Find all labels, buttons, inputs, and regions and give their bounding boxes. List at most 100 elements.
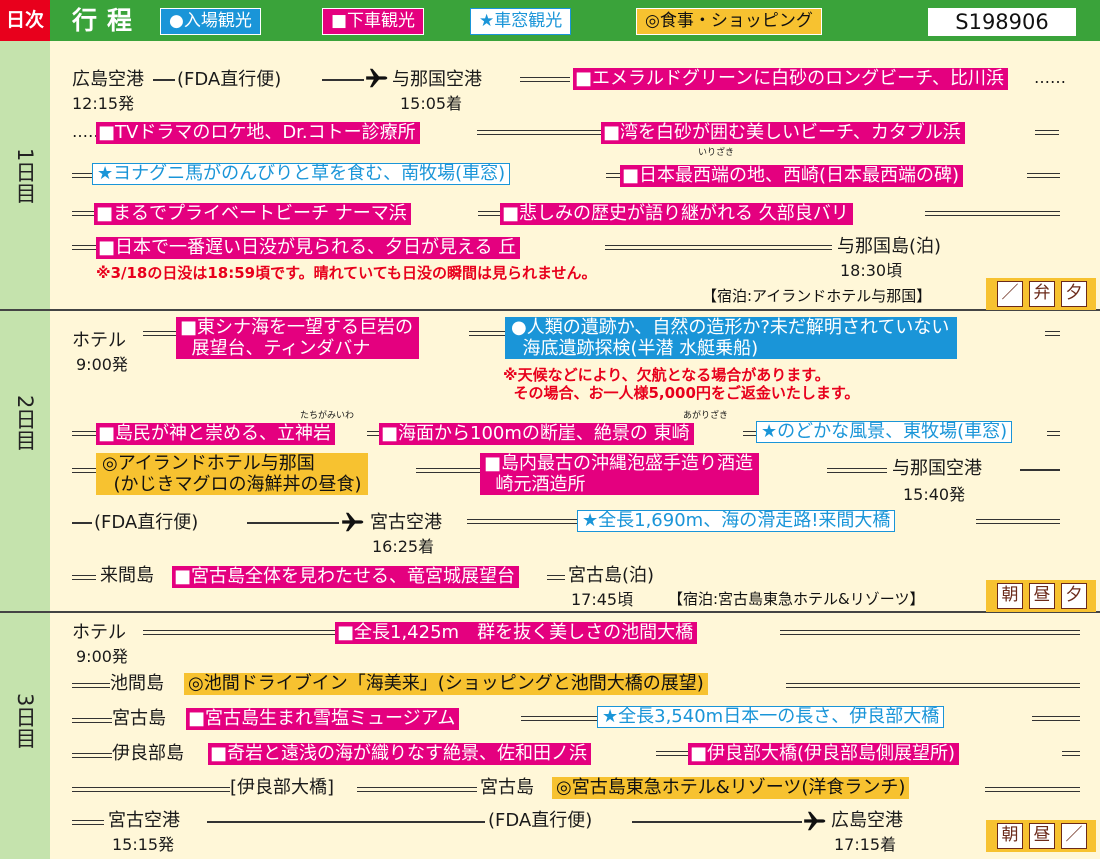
spot-irabu-bridge: ★全長3,540m日本一の長さ、伊良部大橋 (597, 706, 945, 728)
route-line (1035, 130, 1059, 135)
divider (0, 309, 1100, 311)
header-bar: 日次 行程 ●入場観光 ■下車観光 ★車窓観光 ◎食事・ショッピング S1989… (0, 0, 1100, 41)
arrive-time: 15:05着 (400, 94, 463, 113)
route-line (606, 173, 620, 178)
route-line (1020, 469, 1060, 471)
ruby-agari: あがりざき (683, 411, 729, 421)
spot-agarizaki: ■海面から100mの断崖、絶景の 東崎 (379, 423, 694, 445)
depart-time: 15:15発 (112, 835, 175, 854)
place-hotel: ホテル (72, 330, 126, 351)
arrive-time: 17:15着 (834, 835, 897, 854)
route-line (1047, 431, 1060, 436)
legend-meal-shopping: ◎食事・ショッピング (636, 8, 822, 35)
route-line (367, 431, 379, 436)
flight-label: (FDA直行便) (177, 69, 282, 90)
place-hotel: ホテル (72, 622, 126, 643)
route-line (72, 753, 112, 758)
day-column-header: 日次 (0, 0, 50, 41)
divider (0, 611, 1100, 613)
spot-irizaki: ■日本最西端の地、西崎(日本最西端の碑) (620, 165, 964, 187)
depart-time: 15:40発 (903, 485, 966, 504)
route-line (72, 522, 92, 524)
place-irabu-island: 伊良部島 (112, 743, 184, 764)
route-line (72, 468, 96, 473)
lunch-tokyu-hotel: ◎宮古島東急ホテル&リゾーツ(洋食ランチ) (552, 777, 910, 799)
legend-admission: ●入場観光 (160, 8, 261, 35)
route-line (786, 683, 1080, 688)
flight-label: (FDA直行便) (94, 512, 199, 533)
spot-sakimoto-brewery: ■島内最古の沖縄泡盛手造り酒造 崎元酒造所 (480, 453, 760, 495)
route-line (632, 821, 802, 823)
route-line (656, 751, 688, 756)
route-line (1027, 173, 1060, 178)
place-miyako-island: 宮古島 (480, 777, 534, 798)
route-line (72, 575, 96, 580)
spot-irabu-observatory: ■伊良部大橋(伊良部島側展望所) (688, 743, 960, 765)
spot-nama-beach: ■まるでプライベートビーチ ナーマ浜 (94, 203, 411, 225)
spot-ryugujo: ■宮古島全体を見わたせる、竜宮城展望台 (172, 566, 520, 588)
arrive-time: 16:25着 (372, 537, 435, 556)
spot-kurima-bridge: ★全長1,690m、海の滑走路!来間大橋 (577, 510, 896, 532)
route-line (72, 683, 110, 688)
route-line (72, 820, 104, 825)
route-line (416, 468, 480, 473)
place-ikema-island: 池間島 (110, 673, 164, 694)
route-line (477, 130, 601, 135)
place-hiroshima-airport: 広島空港 (831, 810, 903, 831)
hotel-day1: 【宿泊:アイランドホテル与那国】 (702, 287, 932, 305)
route-line (72, 211, 94, 216)
route-line (976, 519, 1060, 524)
day2-label: 2日目 (13, 395, 37, 451)
lunch-island-hotel: ◎アイランドホテル与那国 (かじきマグロの海鮮丼の昼食) (96, 453, 368, 495)
meal-dinner: ／ (1061, 823, 1087, 849)
spot-ikema-bridge: ■全長1,425m 群を抜く美しさの池間大橋 (335, 622, 698, 644)
meal-dinner: 夕 (1061, 583, 1087, 609)
meal-dinner: 夕 (1061, 281, 1087, 307)
route-line (521, 716, 597, 721)
route-line (547, 575, 565, 580)
route-line (72, 718, 112, 723)
route-line (985, 787, 1080, 792)
route-line (72, 173, 92, 178)
place-miyako-airport: 宮古空港 (370, 512, 442, 533)
place-hiroshima-airport: 広島空港 (72, 69, 144, 90)
route-line (469, 331, 505, 336)
place-miyako-island: 宮古島 (112, 708, 166, 729)
spot-dr-koto: ■TVドラマのロケ地、Dr.コトー診療所 (96, 122, 420, 144)
route-line (467, 519, 577, 524)
route-line (357, 787, 477, 792)
route-line (743, 431, 756, 436)
tour-code: S198906 (928, 8, 1076, 36)
meal-lunch: 昼 (1029, 823, 1055, 849)
ruby-irizaki: いりざき (698, 148, 735, 158)
weather-note: ※天候などにより、欠航となる場合があります。 その場合、お一人様5,000円をご… (503, 366, 860, 402)
spot-yukishio-museum: ■宮古島生まれ雪塩ミュージアム (186, 708, 460, 730)
route-line (322, 79, 364, 81)
route-line (1045, 331, 1060, 336)
meal-lunch: 昼 (1029, 583, 1055, 609)
route-line (1032, 716, 1080, 721)
meal-breakfast: ／ (997, 281, 1023, 307)
meal-breakfast: 朝 (997, 823, 1023, 849)
spot-tindabana: ■東シナ海を一望する巨岩の 展望台、ティンダバナ (176, 317, 420, 359)
place-yonaguni-airport: 与那国空港 (392, 69, 482, 90)
place-yonaguni-airport: 与那国空港 (892, 458, 982, 479)
day1-label: 1日目 (13, 148, 37, 204)
route-line (478, 211, 500, 216)
spot-sunset-hill: ■日本で一番遅い日没が見られる、夕日が見える 丘 (96, 237, 521, 259)
meal-breakfast: 朝 (997, 583, 1023, 609)
day3-label: 3日目 (13, 693, 37, 749)
dots: …… (1034, 68, 1066, 87)
route-line (1062, 751, 1080, 756)
airplane-icon (366, 68, 388, 88)
spot-underwater-ruins: ●人類の遺跡か、自然の造形か?未だ解明されていない 海底遺跡探検(半潜 水艇乗船… (505, 317, 958, 359)
route-line (153, 79, 175, 81)
spot-east-ranch: ★のどかな風景、東牧場(車窓) (756, 421, 1013, 443)
itinerary-title: 行程 (72, 6, 143, 35)
spot-kubura-bari: ■悲しみの歴史が語り継がれる 久部良バリ (500, 203, 853, 225)
route-line (72, 245, 96, 250)
hotel-day2: 【宿泊:宮古島東急ホテル&リゾーツ】 (668, 590, 925, 608)
spot-tachigami-rock: ■島民が神と崇める、立神岩 (96, 423, 336, 445)
place-kurima-island: 来間島 (100, 565, 154, 586)
route-line (780, 630, 1080, 635)
